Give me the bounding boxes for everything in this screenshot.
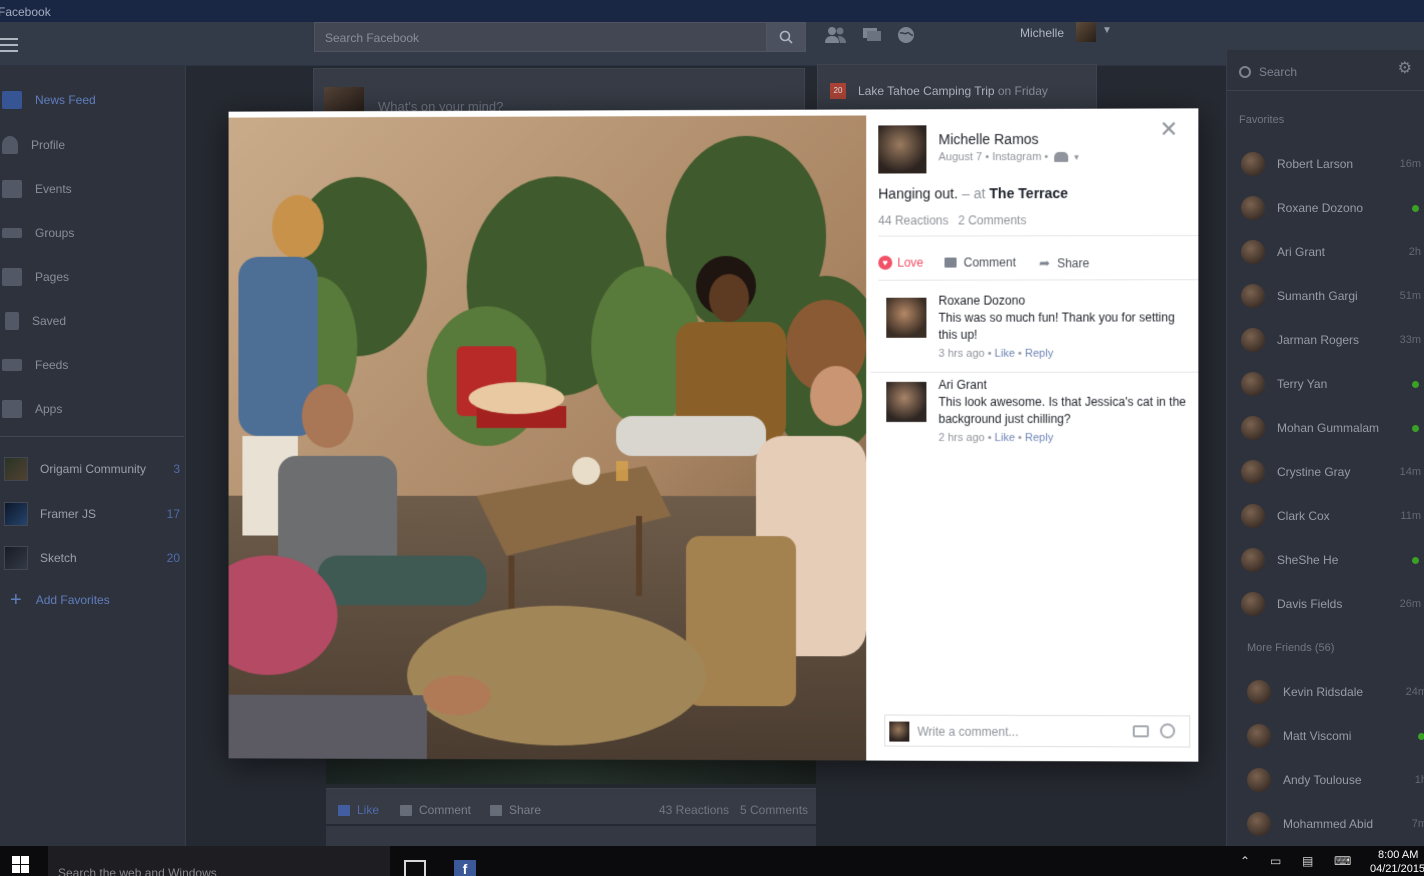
write-comment-placeholder: Write a comment... [917,724,1019,739]
share-button[interactable]: ➦ Share [1039,255,1089,271]
taskbar-search-input[interactable]: Search the web and Windows [48,846,390,876]
commenter-name[interactable]: Roxane Dozono [938,294,1025,308]
comment-reply-link[interactable]: Reply [1025,348,1053,360]
post-photo[interactable] [228,115,867,761]
status-at: – at [961,185,986,202]
share-icon: ➦ [1039,255,1051,271]
taskbar-clock[interactable]: 8:00 AM 04/21/2015 [1370,848,1424,876]
post-counts: 44 Reactions 2 Comments [878,213,1032,227]
comment-text: This look awesome. Is that Jessica's cat… [938,394,1186,426]
facebook-app-icon[interactable]: f [454,860,476,876]
clock-date: 04/21/2015 [1370,863,1424,875]
keyboard-icon[interactable]: ⌨ [1334,854,1351,868]
author-name[interactable]: Michelle Ramos [938,131,1038,147]
commenter-avatar[interactable] [886,297,927,338]
comment-like-link[interactable]: Like [995,432,1015,444]
comment-item: Ari Grant This look awesome. Is that Jes… [886,378,1188,450]
divider [870,371,1199,373]
comment-icon [944,257,957,268]
post-meta: August 7 • Instagram • ▼ [938,151,1080,163]
post-detail-panel: Michelle Ramos August 7 • Instagram • ▼ … [866,108,1199,762]
comment-label: Comment [963,255,1016,270]
reactions-count[interactable]: 44 Reactions [878,213,948,227]
action-center-icon[interactable]: ▤ [1302,854,1313,868]
divider [878,234,1199,237]
friends-audience-icon[interactable] [1054,151,1069,163]
heart-icon: ♥ [878,255,893,270]
camera-icon[interactable] [1132,725,1149,738]
windows-start-icon[interactable] [12,856,30,874]
comment-reply-link[interactable]: Reply [1025,432,1053,444]
post-meta-text: August 7 • Instagram • [938,151,1049,164]
task-view-icon[interactable] [404,860,426,876]
comment-text: This was so much fun! Thank you for sett… [938,310,1175,342]
close-icon[interactable]: ✕ [1160,116,1179,142]
love-label: Love [897,255,924,270]
separator-dot: • [1018,347,1022,360]
commenter-name[interactable]: Ari Grant [938,378,986,392]
comment-time: 3 hrs ago • [938,347,992,360]
author-avatar[interactable] [878,125,927,174]
comment-footer: 3 hrs ago • Like • Reply [938,348,1053,360]
share-label: Share [1057,256,1090,271]
commenter-avatar[interactable] [886,381,927,422]
comment-time: 2 hrs ago • [938,431,992,445]
comments-count[interactable]: 2 Comments [958,213,1026,227]
windows-taskbar: Search the web and Windows f ⌃ ▭ ▤ ⌨ 8:0… [0,846,1424,876]
post-status: Hanging out. – at The Terrace [878,185,1068,202]
place-link[interactable]: The Terrace [989,185,1068,201]
emoji-icon[interactable] [1160,723,1176,739]
current-user-avatar [889,721,910,742]
comments-list: Roxane Dozono This was so much fun! Than… [870,281,1199,720]
comment-footer: 2 hrs ago • Like • Reply [938,432,1053,444]
write-comment-input[interactable]: Write a comment... [884,714,1191,748]
photo-viewer: Michelle Ramos August 7 • Instagram • ▼ … [228,108,1199,762]
chevron-down-icon[interactable]: ▼ [1072,152,1080,161]
comment-like-link[interactable]: Like [995,348,1015,360]
separator-dot: • [1018,431,1022,445]
chevron-up-icon[interactable]: ⌃ [1240,854,1250,868]
comment-item: Roxane Dozono This was so much fun! Than… [886,293,1188,366]
clock-time: 8:00 AM [1378,849,1419,861]
love-button[interactable]: ♥ Love [878,256,923,270]
network-icon[interactable]: ▭ [1270,854,1281,868]
status-text: Hanging out. [878,185,958,202]
comment-button[interactable]: Comment [944,255,1016,270]
